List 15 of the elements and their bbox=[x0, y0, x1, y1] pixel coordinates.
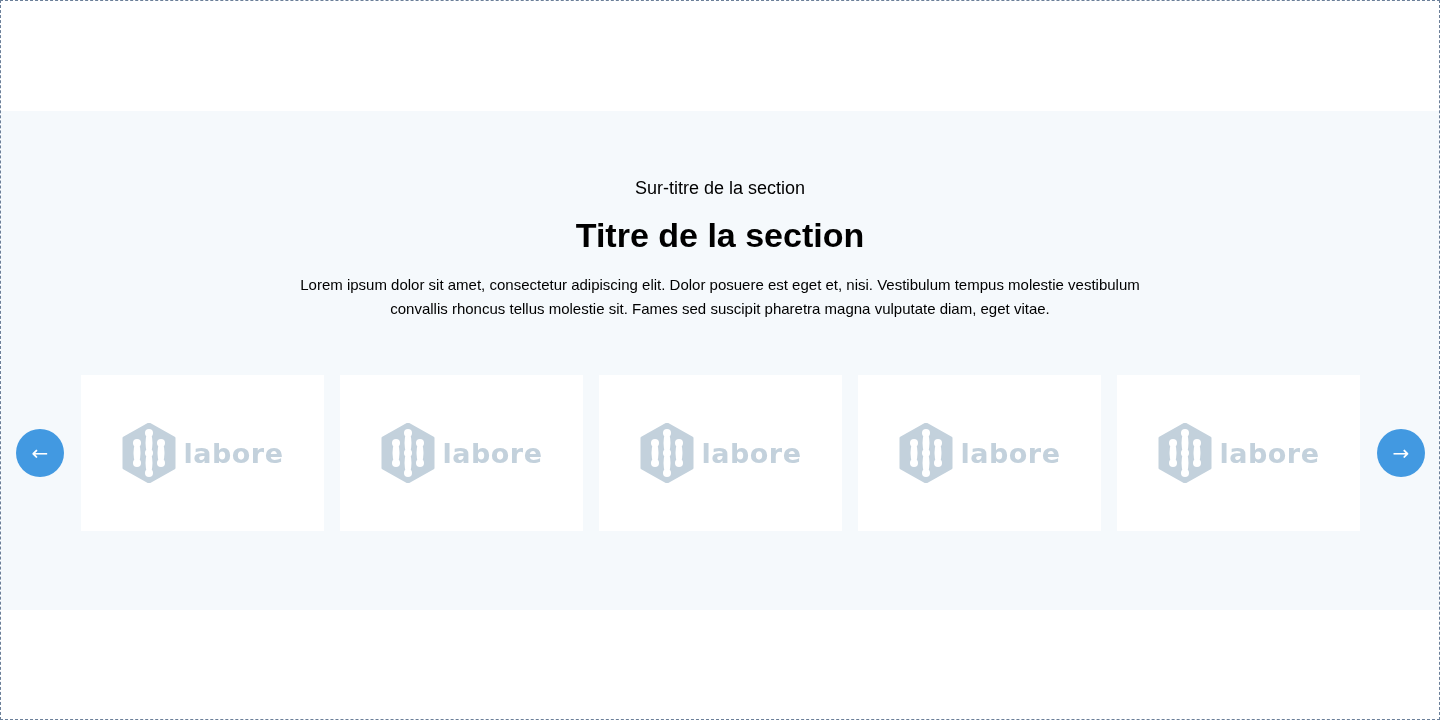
next-button[interactable]: → bbox=[1377, 429, 1425, 477]
logo-name: labore bbox=[1219, 439, 1320, 467]
section-overtitle: Sur-titre de la section bbox=[634, 177, 806, 200]
hexagon-logo-icon bbox=[898, 423, 953, 483]
hexagon-logo-icon bbox=[121, 423, 176, 483]
hexagon-logo-icon bbox=[1157, 423, 1212, 483]
hexagon-logo-icon bbox=[639, 423, 694, 483]
logo-name: labore bbox=[442, 439, 543, 467]
previous-button[interactable]: ← bbox=[16, 429, 64, 477]
section-description: Lorem ipsum dolor sit amet, consectetur adipiscing elit. Dolor posuere est eget et, nisi. Vestibulum tempus molestie vestibulum convallis rhoncus tellus molestie sit. Fames sed suscipit pharetra magna vulputate diam, eget vitae. bbox=[300, 275, 1140, 319]
section-title: Titre de la section bbox=[574, 215, 866, 255]
logo-name: labore bbox=[701, 439, 802, 467]
hexagon-logo-icon bbox=[380, 423, 435, 483]
logo-name: labore bbox=[960, 439, 1061, 467]
logo-name: labore bbox=[183, 439, 284, 467]
